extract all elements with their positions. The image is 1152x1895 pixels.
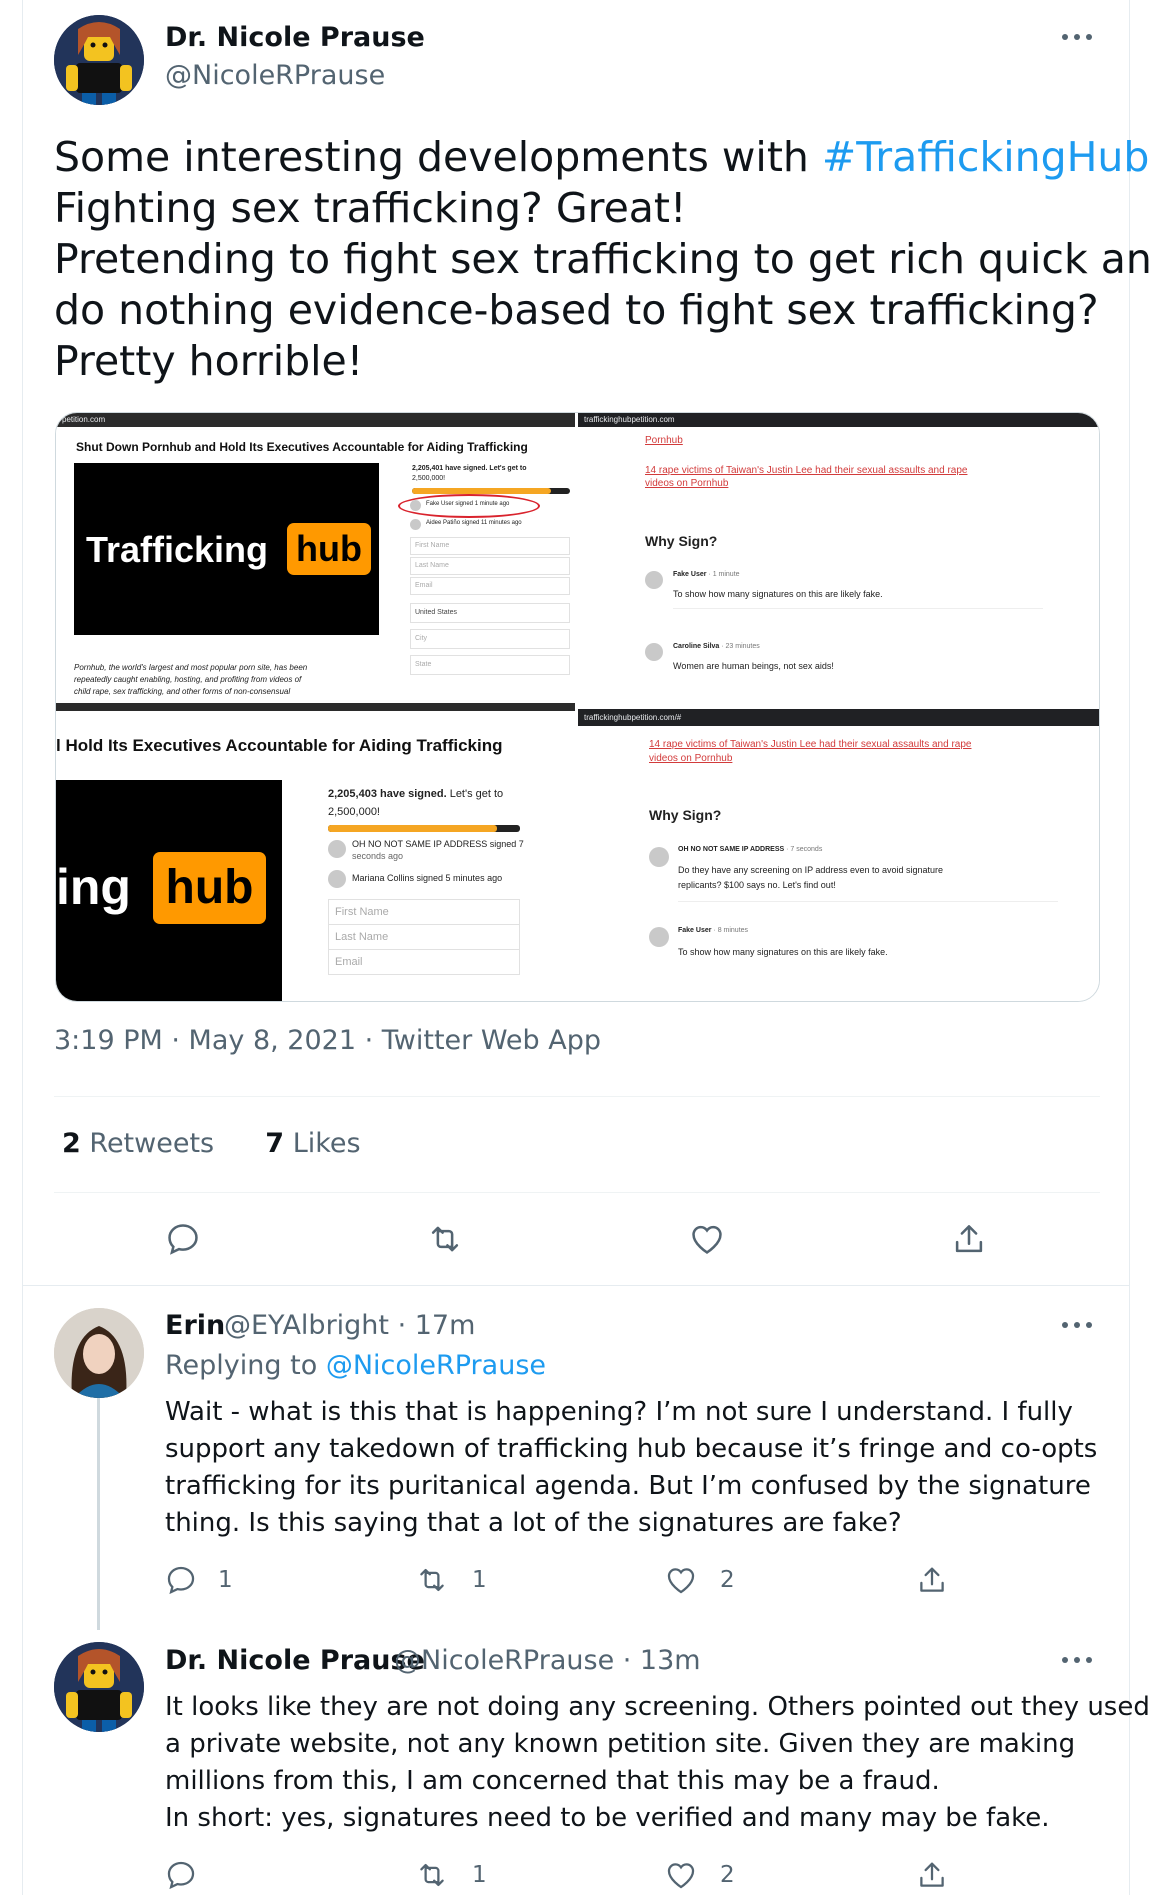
city-field[interactable]: City (410, 629, 570, 649)
like-button[interactable]: 2 (664, 1563, 735, 1597)
first-name-field[interactable]: First Name (328, 899, 520, 925)
reply-button[interactable] (164, 1858, 198, 1892)
reply-avatar[interactable] (54, 1642, 144, 1732)
retweet-icon (420, 1863, 444, 1887)
signature-progress (328, 825, 520, 832)
reply-author-name[interactable]: Dr. Nicole Prause (165, 1645, 425, 1676)
reply-text: It looks like they are not doing any scr… (165, 1692, 1150, 1833)
petition-title: Shut Down Pornhub and Hold Its Executive… (76, 440, 528, 454)
thread-connector (97, 1390, 100, 1630)
retweet-button[interactable] (425, 1220, 465, 1258)
like-icon (692, 1225, 722, 1254)
more-icon[interactable] (1062, 32, 1092, 42)
author-name[interactable]: Dr. Nicole Prause (165, 22, 425, 53)
more-icon[interactable] (1062, 1655, 1092, 1665)
share-button[interactable] (915, 1563, 949, 1597)
screenshot-top-left[interactable]: petition.com Shut Down Pornhub and Hold … (56, 413, 575, 711)
reply-author-name[interactable]: Erin (165, 1310, 225, 1341)
retweet-count: 1 (472, 1862, 487, 1888)
like-icon (667, 1863, 695, 1889)
media-grid[interactable]: petition.com Shut Down Pornhub and Hold … (55, 412, 1100, 1002)
like-count: 2 (720, 1862, 735, 1888)
hashtag-link[interactable]: #TraffickingHub (822, 133, 1150, 181)
reply-button[interactable] (164, 1220, 202, 1258)
reply-icon (167, 1566, 195, 1595)
like-button[interactable] (688, 1220, 726, 1258)
screenshot-bottom-right[interactable]: traffickinghubpetition.com/# 14 rape vic… (578, 709, 1099, 1001)
retweet-button[interactable]: 1 (414, 1858, 487, 1892)
like-count: 2 (720, 1567, 735, 1593)
retweet-button[interactable]: 1 (414, 1563, 487, 1597)
state-field[interactable]: State (410, 655, 570, 675)
reply-count: 1 (218, 1567, 233, 1593)
mention-link[interactable]: @NicoleRPrause (326, 1350, 546, 1381)
reply-icon (167, 1861, 195, 1890)
url-bar: petition.com (56, 413, 575, 427)
tweet-timestamp[interactable]: 3:19 PM · May 8, 2021 · Twitter Web App (54, 1025, 601, 1056)
reply-avatar[interactable] (54, 1308, 144, 1398)
share-icon (955, 1225, 983, 1253)
signature-progress (412, 488, 570, 494)
retweet-icon (420, 1568, 444, 1592)
url-bar: traffickinghubpetition.com/# (578, 709, 1099, 726)
lego-figure-icon (54, 1642, 144, 1732)
reply-button[interactable]: 1 (164, 1563, 233, 1597)
replying-to: Replying to @NicoleRPrause (165, 1350, 546, 1381)
author-handle[interactable]: @NicoleRPrause (165, 60, 385, 91)
last-name-field[interactable]: Last Name (328, 924, 520, 950)
screenshot-top-right[interactable]: traffickinghubpetition.com Pornhub 14 ra… (578, 413, 1099, 711)
share-button[interactable] (915, 1858, 949, 1892)
traffickinghub-logo: ing hub (56, 780, 282, 1001)
traffickinghub-logo: Trafficking hub (74, 463, 379, 635)
retweets-stat[interactable]: 2 Retweets (62, 1128, 214, 1159)
retweet-icon (431, 1226, 459, 1252)
last-name-field[interactable]: Last Name (410, 557, 570, 575)
url-bar: traffickinghubpetition.com (578, 413, 1099, 427)
petition-title: l Hold Its Executives Accountable for Ai… (56, 736, 503, 755)
tweet-text: Some interesting developments with #Traf… (54, 133, 1152, 385)
reply-icon (168, 1224, 198, 1255)
divider (22, 1285, 1130, 1286)
like-icon (667, 1568, 695, 1594)
reply-author-meta[interactable]: @EYAlbright · 17m (224, 1310, 475, 1341)
divider (54, 1192, 1100, 1193)
email-field[interactable]: Email (328, 949, 520, 975)
tweet-stats: 2 Retweets 7 Likes (62, 1128, 361, 1159)
reply-author-meta[interactable]: @NicoleRPrause · 13m (394, 1645, 701, 1676)
retweet-count: 1 (472, 1567, 487, 1593)
lego-figure-icon (54, 15, 144, 105)
country-select[interactable]: United States (410, 603, 570, 623)
share-icon (920, 1862, 944, 1887)
first-name-field[interactable]: First Name (410, 537, 570, 555)
user-photo-icon (54, 1308, 144, 1398)
likes-stat[interactable]: 7 Likes (265, 1128, 360, 1159)
share-icon (920, 1567, 944, 1592)
author-avatar[interactable] (54, 15, 144, 105)
more-icon[interactable] (1062, 1320, 1092, 1330)
like-button[interactable]: 2 (664, 1858, 735, 1892)
divider (54, 1096, 1100, 1097)
email-field[interactable]: Email (410, 577, 570, 595)
reply-text: Wait - what is this that is happening? I… (165, 1397, 1098, 1538)
share-button[interactable] (950, 1220, 988, 1258)
screenshot-bottom-left[interactable]: l Hold Its Executives Accountable for Ai… (56, 714, 575, 1001)
